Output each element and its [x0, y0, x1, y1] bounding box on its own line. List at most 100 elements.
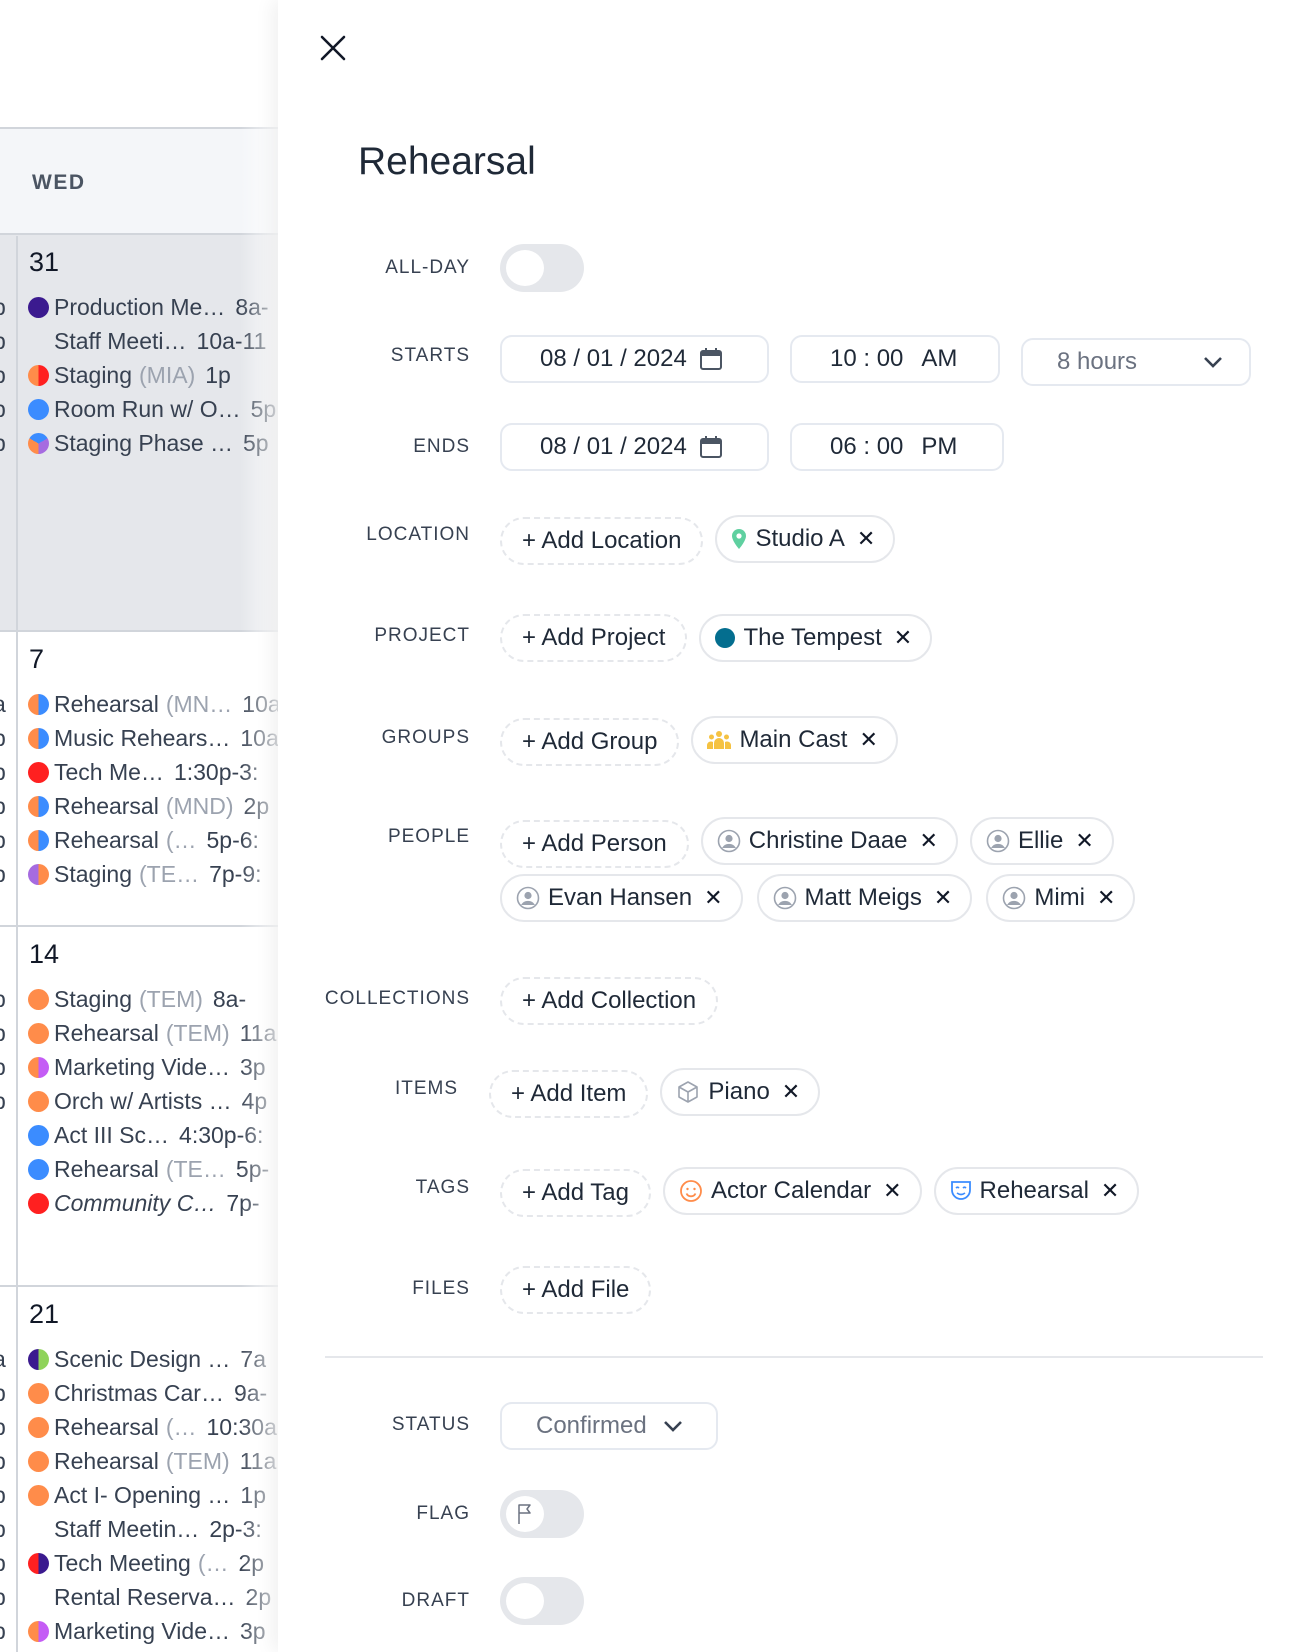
duration-select[interactable]: 8 hours — [1021, 338, 1251, 386]
previous-column-event-fragment[interactable]: p — [0, 825, 6, 855]
previous-column-event-fragment[interactable]: p — [0, 360, 6, 390]
add-person-button[interactable]: + Add Person — [500, 820, 689, 868]
calendar-event[interactable]: Marketing Vide… 3p — [28, 1616, 266, 1646]
calendar-event[interactable]: Staging (TE… 7p-9: — [28, 859, 262, 889]
remove-project-icon[interactable]: ✕ — [894, 625, 912, 651]
previous-column-event-fragment[interactable]: p — [0, 984, 6, 1014]
add-group-button[interactable]: + Add Group — [500, 718, 680, 766]
previous-column-event-fragment[interactable]: p — [0, 1378, 6, 1408]
calendar-event[interactable]: Christmas Car… 9a- — [28, 1378, 267, 1408]
calendar-event[interactable]: Staging Phase … 5p — [28, 428, 269, 458]
draft-toggle[interactable] — [500, 1577, 584, 1625]
calendar-event[interactable]: Rehearsal (… 10:30a — [28, 1412, 277, 1442]
previous-column-event-fragment[interactable]: p — [0, 723, 6, 753]
previous-column-event-fragment[interactable]: p — [0, 1582, 6, 1612]
person-name: Mimi — [1034, 884, 1085, 911]
end-date-input[interactable]: 08 / 01 / 2024 — [500, 423, 769, 471]
flag-toggle[interactable] — [500, 1490, 584, 1538]
calendar-event[interactable]: Act I- Opening … 1p — [28, 1480, 266, 1510]
remove-group-icon[interactable]: ✕ — [859, 727, 877, 753]
add-collection-button[interactable]: + Add Collection — [500, 977, 719, 1025]
remove-tag-icon[interactable]: ✕ — [1101, 1178, 1119, 1204]
add-location-button[interactable]: + Add Location — [500, 517, 704, 565]
calendar-event[interactable]: Music Rehears… 10a — [28, 723, 278, 753]
previous-column-event-fragment[interactable]: p — [0, 859, 6, 889]
user-avatar-icon — [1002, 886, 1026, 910]
all-day-toggle[interactable] — [500, 244, 584, 292]
calendar-event[interactable]: Rehearsal (TEM) 11a — [28, 1446, 276, 1476]
calendar-event[interactable]: Production Me… 8a- — [28, 292, 269, 322]
previous-column-event-fragment[interactable]: p — [0, 1412, 6, 1442]
calendar-event[interactable]: Tech Me… 1:30p-3: — [28, 757, 258, 787]
calendar-event[interactable]: Staging (MIA) 1p — [28, 360, 231, 390]
status-select[interactable]: Confirmed — [500, 1402, 718, 1450]
calendar-event[interactable]: Rehearsal (MN… 10a — [28, 689, 278, 719]
calendar-icon[interactable] — [699, 347, 723, 371]
previous-column-event-fragment[interactable]: p — [0, 394, 6, 424]
calendar-event[interactable]: Staging (TEM) 8a- — [28, 984, 246, 1014]
event-title[interactable]: Rehearsal — [358, 140, 536, 184]
day-number[interactable]: 7 — [29, 644, 44, 675]
calendar-event[interactable]: Scenic Design … 7a — [28, 1344, 266, 1374]
event-name: Act I- Opening … — [54, 1482, 231, 1508]
remove-person-icon[interactable]: ✕ — [1097, 885, 1115, 911]
map-pin-icon — [732, 529, 747, 549]
calendar-event[interactable]: Rehearsal (… 5p-6: — [28, 825, 259, 855]
calendar-event[interactable]: Room Run w/ O… 5p — [28, 394, 276, 424]
previous-column-event-fragment[interactable]: p — [0, 326, 6, 356]
remove-tag-icon[interactable]: ✕ — [883, 1178, 901, 1204]
week-row: 7apppppRehearsal(MN…10aMusic Rehears…10a… — [0, 632, 278, 927]
previous-column-event-fragment[interactable]: p — [0, 1446, 6, 1476]
add-item-button[interactable]: + Add Item — [489, 1070, 649, 1118]
end-time-input[interactable]: 06 : 00 PM — [790, 423, 1004, 471]
calendar-event[interactable]: Tech Meeting (… 2p — [28, 1548, 264, 1578]
previous-column-event-fragment[interactable]: p — [0, 1480, 6, 1510]
add-tag-button[interactable]: + Add Tag — [500, 1169, 651, 1217]
previous-column-event-fragment[interactable]: p — [0, 757, 6, 787]
day-number[interactable]: 31 — [29, 247, 59, 278]
close-icon[interactable] — [318, 33, 348, 63]
remove-person-icon[interactable]: ✕ — [704, 885, 722, 911]
previous-column-event-fragment[interactable]: p — [0, 1548, 6, 1578]
remove-person-icon[interactable]: ✕ — [934, 885, 952, 911]
add-file-button[interactable]: + Add File — [500, 1266, 652, 1314]
event-color-dot — [28, 432, 49, 454]
remove-person-icon[interactable]: ✕ — [920, 828, 938, 854]
calendar-event[interactable]: Rehearsal (MND) 2p — [28, 791, 269, 821]
previous-column-event-fragment[interactable]: p — [0, 1086, 6, 1116]
status-label: STATUS — [391, 1414, 470, 1435]
start-time-input[interactable]: 10 : 00 AM — [790, 335, 1000, 383]
remove-item-icon[interactable]: ✕ — [782, 1079, 800, 1105]
remove-location-icon[interactable]: ✕ — [857, 526, 875, 552]
calendar-event[interactable]: Staff Meetin… 2p-3: — [28, 1514, 262, 1544]
previous-column-event-fragment[interactable]: p — [0, 428, 6, 458]
calendar-event[interactable]: Marketing Vide… 3p — [28, 1052, 266, 1082]
previous-column-event-fragment[interactable]: a — [0, 1344, 6, 1374]
calendar-event[interactable]: Community C… 7p- — [28, 1188, 260, 1218]
calendar-event[interactable]: Orch w/ Artists … 4p — [28, 1086, 267, 1116]
event-time: 2p — [243, 793, 270, 819]
calendar-icon[interactable] — [699, 435, 723, 459]
calendar-event[interactable]: Act III Sc… 4:30p-6: — [28, 1120, 263, 1150]
day-number[interactable]: 21 — [29, 1299, 59, 1330]
previous-column-event-fragment[interactable]: p — [0, 1018, 6, 1048]
previous-column-event-fragment[interactable]: p — [0, 791, 6, 821]
remove-person-icon[interactable]: ✕ — [1075, 828, 1093, 854]
event-name: Rehearsal — [54, 1156, 159, 1182]
add-project-button[interactable]: + Add Project — [500, 614, 688, 662]
previous-column-event-fragment[interactable]: p — [0, 292, 6, 322]
previous-column-event-fragment[interactable]: a — [0, 689, 6, 719]
event-name: Staging — [54, 986, 133, 1012]
previous-column-event-fragment[interactable]: p — [0, 1514, 6, 1544]
start-date-input[interactable]: 08 / 01 / 2024 — [500, 335, 769, 383]
user-avatar-icon — [986, 829, 1010, 853]
event-name: Tech Me… — [54, 759, 164, 785]
day-number[interactable]: 14 — [29, 939, 59, 970]
previous-column-event-fragment[interactable]: p — [0, 1616, 6, 1646]
calendar-event[interactable]: Rental Reserva… 2p — [28, 1582, 271, 1612]
previous-column-event-fragment[interactable]: p — [0, 1052, 6, 1082]
calendar-event[interactable]: Staff Meeti… 10a-11 — [28, 326, 266, 356]
calendar-event[interactable]: Rehearsal (TE… 5p- — [28, 1154, 269, 1184]
location-value: Studio A — [755, 525, 845, 552]
calendar-event[interactable]: Rehearsal (TEM) 11a — [28, 1018, 276, 1048]
